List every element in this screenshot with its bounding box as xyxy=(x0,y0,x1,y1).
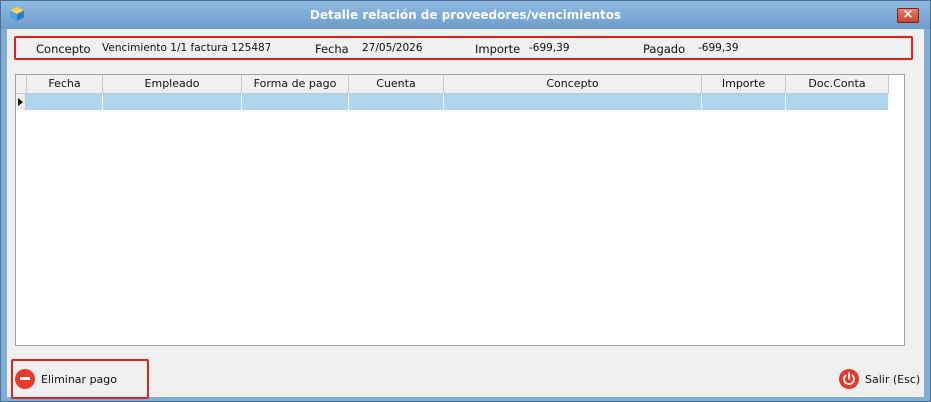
window-title: Detalle relación de proveedores/vencimie… xyxy=(309,8,622,22)
table-row[interactable] xyxy=(16,94,889,110)
column-header-empleado[interactable]: Empleado xyxy=(103,75,242,93)
cell-fecha[interactable] xyxy=(27,94,103,110)
column-header-importe[interactable]: Importe xyxy=(702,75,786,93)
current-row-arrow-icon xyxy=(18,98,23,106)
close-icon: × xyxy=(902,7,914,22)
fecha-value: 27/05/2026 xyxy=(362,42,423,54)
exit-button[interactable]: Salir (Esc) xyxy=(835,361,921,401)
pagado-label: Pagado xyxy=(643,42,686,56)
importe-value: -699,39 xyxy=(529,42,570,54)
row-indicator[interactable] xyxy=(16,94,26,110)
cell-importe[interactable] xyxy=(702,94,786,110)
minus-circle-icon xyxy=(15,369,35,389)
concepto-value: Vencimiento 1/1 factura 125487, V xyxy=(102,42,270,54)
cell-cuenta[interactable] xyxy=(349,94,444,110)
importe-label: Importe xyxy=(475,42,521,56)
payments-grid[interactable]: Fecha Empleado Forma de pago Cuenta Conc… xyxy=(15,74,905,346)
delete-payment-label: Eliminar pago xyxy=(41,373,118,386)
column-header-doc-conta[interactable]: Doc.Conta xyxy=(786,75,889,93)
cell-forma-de-pago[interactable] xyxy=(242,94,349,110)
exit-label: Salir (Esc) xyxy=(865,373,921,386)
close-button[interactable]: × xyxy=(897,7,919,23)
dialog-window: Detalle relación de proveedores/vencimie… xyxy=(0,0,931,402)
pagado-value: -699,39 xyxy=(698,42,739,54)
column-header-forma-de-pago[interactable]: Forma de pago xyxy=(242,75,349,93)
title-bar[interactable]: Detalle relación de proveedores/vencimie… xyxy=(1,1,930,29)
grid-header: Fecha Empleado Forma de pago Cuenta Conc… xyxy=(16,75,889,94)
power-icon xyxy=(839,369,859,389)
info-panel: Concepto Vencimiento 1/1 factura 125487,… xyxy=(14,36,913,60)
cell-empleado[interactable] xyxy=(103,94,242,110)
cell-concepto[interactable] xyxy=(444,94,702,110)
client-area: Concepto Vencimiento 1/1 factura 125487,… xyxy=(7,29,924,399)
column-header-fecha[interactable]: Fecha xyxy=(27,75,103,93)
grid-corner xyxy=(16,75,27,93)
concepto-label: Concepto xyxy=(36,42,91,56)
delete-payment-button[interactable]: Eliminar pago xyxy=(11,359,149,399)
cell-doc-conta[interactable] xyxy=(786,94,889,110)
fecha-label: Fecha xyxy=(315,42,349,56)
column-header-cuenta[interactable]: Cuenta xyxy=(349,75,444,93)
column-header-concepto[interactable]: Concepto xyxy=(444,75,702,93)
